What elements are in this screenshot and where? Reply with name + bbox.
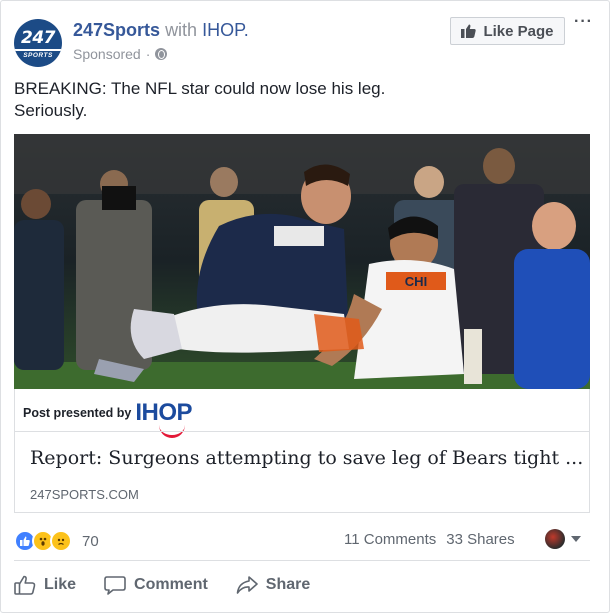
with-text: with	[165, 20, 198, 40]
photo-illustration: CHI	[14, 134, 590, 389]
post-actions: Like Comment Share	[14, 575, 590, 595]
comments-count-link[interactable]: 11 Comments	[344, 531, 436, 548]
post-text: BREAKING: The NFL star could now lose hi…	[14, 78, 584, 122]
post-photo[interactable]: CHI	[14, 134, 590, 389]
link-domain: 247SPORTS.COM	[30, 487, 139, 502]
sponsored-label[interactable]: Sponsored	[73, 46, 141, 62]
thumbs-up-icon	[461, 24, 477, 38]
share-arrow-icon	[236, 576, 258, 594]
like-action-button[interactable]: Like	[14, 575, 76, 595]
post-meta: Sponsored ·	[73, 46, 168, 62]
avatar-sub: SPORTS	[23, 52, 53, 59]
link-attachment[interactable]: Post presented by IHOP Report: Surgeons …	[14, 389, 590, 513]
avatar-number: 247	[21, 28, 56, 48]
reaction-count[interactable]: 70	[82, 533, 99, 550]
partner-name-link[interactable]: IHOP.	[202, 20, 249, 40]
more-options-icon[interactable]: ···	[574, 13, 593, 31]
wow-reaction-glyph	[39, 537, 47, 546]
post-author: 247Sports with IHOP.	[73, 20, 249, 41]
globe-icon[interactable]	[155, 48, 168, 60]
actions-divider	[14, 560, 590, 561]
attachment-divider	[15, 431, 589, 432]
share-action-label: Share	[265, 576, 311, 593]
reaction-summary[interactable]: 70	[14, 530, 99, 552]
post-text-line: Seriously.	[14, 101, 88, 120]
chevron-down-icon	[571, 536, 581, 542]
presented-label: Post presented by	[23, 406, 132, 420]
sponsored-post-card: 247 SPORTS 247Sports with IHOP. Sponsore…	[0, 0, 610, 613]
page-name-link[interactable]: 247Sports	[73, 20, 160, 40]
engagement-counts: 11 Comments 33 Shares	[344, 531, 515, 548]
like-reaction-glyph	[20, 536, 30, 546]
jersey-text: CHI	[405, 274, 427, 289]
presented-by: Post presented by IHOP	[23, 399, 193, 438]
ihop-logo-text: IHOP	[135, 399, 193, 426]
viewer-switcher[interactable]	[545, 529, 581, 549]
sad-reaction-icon	[50, 530, 72, 552]
post-text-line: BREAKING: The NFL star could now lose hi…	[14, 79, 386, 98]
like-action-label: Like	[44, 576, 77, 593]
shares-count-link[interactable]: 33 Shares	[446, 531, 514, 548]
comment-action-label: Comment	[134, 576, 208, 593]
speech-bubble-icon	[104, 576, 126, 595]
comment-action-button[interactable]: Comment	[104, 575, 208, 595]
viewer-avatar	[545, 529, 565, 549]
sad-reaction-glyph	[57, 538, 65, 545]
link-title[interactable]: Report: Surgeons attempting to save leg …	[30, 447, 583, 469]
like-page-label: Like Page	[483, 22, 554, 40]
thumbs-up-outline-icon	[14, 575, 36, 595]
meta-separator: ·	[145, 46, 151, 62]
avatar-divider	[14, 49, 62, 51]
ihop-logo[interactable]: IHOP	[135, 399, 193, 438]
like-page-button[interactable]: Like Page	[450, 17, 565, 45]
share-action-button[interactable]: Share	[236, 575, 310, 595]
page-avatar[interactable]: 247 SPORTS	[14, 19, 62, 67]
